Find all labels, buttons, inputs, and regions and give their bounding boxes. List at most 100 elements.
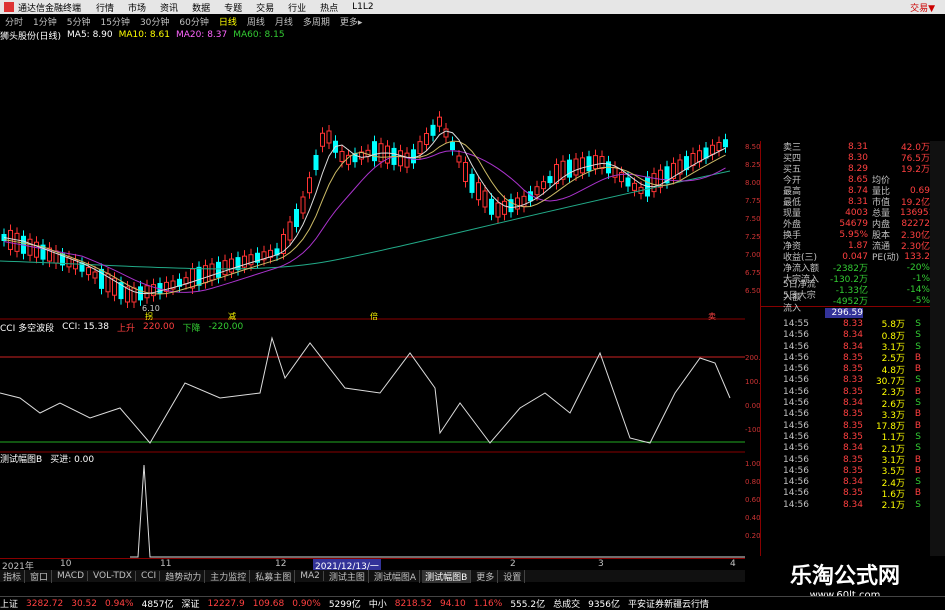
tick-side: S [915, 499, 921, 510]
candle-body [703, 147, 709, 159]
period-tab-5min[interactable]: 5分钟 [62, 15, 96, 28]
period-tab-multi[interactable]: 多周期 [298, 15, 335, 28]
tick-time: 14:56 [783, 341, 809, 352]
candle-body [326, 130, 332, 144]
period-tab-60min[interactable]: 60分钟 [174, 15, 213, 28]
quote-panel: 卖三 8.31 42.0万 买四 8.30 76.5万 买五 8.29 19.2万 今开 8.65 均… [760, 141, 934, 566]
period-tab-1min[interactable]: 1分钟 [28, 15, 62, 28]
tick-side: B [914, 364, 921, 375]
tab-ma2[interactable]: MA2 [297, 571, 324, 581]
tab-cci[interactable]: CCI [138, 571, 161, 581]
menu-item-l1l2[interactable]: L1L2 [345, 2, 380, 12]
period-tab-monthly[interactable]: 月线 [270, 15, 298, 28]
zx-index: 8218.52 [394, 598, 432, 609]
candle-body [27, 238, 33, 256]
tab-test-a[interactable]: 测试幅图A [371, 569, 421, 583]
menu-item-quotes[interactable]: 行情 [89, 1, 121, 14]
candle-body [456, 155, 462, 163]
menu-bar: 通达信金融终端 行情 市场 资讯 数据 专题 交易 行业 热点 L1L2 交易▼ [0, 0, 945, 14]
y-tick: 8.25 [745, 161, 761, 169]
x-label-7: 3 [598, 559, 604, 569]
period-tab-more[interactable]: 更多▸ [335, 15, 368, 28]
period-tab-intraday[interactable]: 分时 [0, 15, 28, 28]
candle-body [723, 139, 728, 148]
tab-private-main[interactable]: 私募主图 [252, 569, 296, 583]
trade-dropdown-button[interactable]: 交易▼ [910, 1, 945, 14]
y-tick: 7.00 [745, 251, 761, 259]
period-tab-15min[interactable]: 15分钟 [95, 15, 134, 28]
menu-item-market[interactable]: 市场 [121, 1, 153, 14]
y-axis: 8.50 8.25 8.00 7.75 7.50 7.25 7.00 6.75 6.50 200.… [745, 41, 768, 561]
tick-time: 14:56 [783, 488, 809, 499]
tick-row: 14:56 8.33 30.7万 S [761, 375, 931, 387]
sz-pct: 0.90% [292, 598, 321, 609]
candle-body [398, 150, 403, 167]
candle-body [229, 258, 234, 273]
candlestick-chart[interactable]: 6.10 拐 减 倍 卖 [0, 41, 745, 320]
x-label-4: 12 [275, 559, 287, 569]
candle-body [196, 266, 202, 286]
menu-item-industry[interactable]: 行业 [281, 1, 313, 14]
quote-value-2: 82272 [901, 218, 930, 229]
cci-value: CCI: 15.38 [62, 322, 109, 332]
tab-more[interactable]: 更多 [473, 569, 499, 583]
candle-body [599, 156, 605, 169]
period-tab-30min[interactable]: 30分钟 [135, 15, 174, 28]
menu-item-data[interactable]: 数据 [185, 1, 217, 14]
candle-body [489, 198, 494, 215]
tab-settings[interactable]: 设置 [500, 569, 526, 583]
x-label-3: 11 [160, 559, 172, 569]
tab-window[interactable]: 窗口 [27, 569, 53, 583]
candle-body [430, 124, 436, 136]
cci-chart[interactable] [0, 333, 745, 453]
quote-row: 5日大宗流入 -4952万 -5% [761, 291, 931, 314]
y-tick: 0.80 [745, 478, 761, 486]
test-indicator-chart[interactable] [0, 463, 745, 558]
menu-item-trade[interactable]: 交易 [249, 1, 281, 14]
sz-label[interactable]: 深证 [182, 597, 200, 610]
quote-value: 8.29 [847, 163, 868, 174]
y-tick: 0.40 [745, 514, 761, 522]
ma10-value: MA10: 8.61 [118, 30, 170, 40]
period-tab-weekly[interactable]: 周线 [242, 15, 270, 28]
tab-main-monitor[interactable]: 主力监控 [207, 569, 251, 583]
period-tab-daily[interactable]: 日线 [214, 15, 242, 28]
tick-side: B [914, 420, 921, 431]
indicator-tabs: 指标 窗口 MACD VOL-TDX CCI 趋势动力 主力监控 私募主图 MA… [0, 569, 760, 583]
index-status-bar: 上证 3282.72 30.52 0.94% 4857亿 深证 12227.9 … [0, 596, 945, 610]
candle-body [469, 173, 475, 193]
tab-vol[interactable]: VOL-TDX [90, 571, 136, 581]
menu-item-hotspot[interactable]: 热点 [313, 1, 345, 14]
y-tick: 1.00 [745, 460, 761, 468]
sh-pct: 0.94% [105, 598, 134, 609]
tab-trend[interactable]: 趋势动力 [162, 569, 206, 583]
candle-body [541, 181, 546, 190]
signal-marker-3: 倍 [370, 311, 378, 320]
zx-label[interactable]: 中小 [369, 597, 387, 610]
y-tick: 0.60 [745, 496, 761, 504]
menu-item-topics[interactable]: 专题 [217, 1, 249, 14]
cci-down-label: 下降 [182, 323, 201, 334]
test-indicator-header: 测试幅图B 买进: 0.00 [0, 453, 745, 465]
tick-list[interactable]: 14:55 8.33 5.8万 S 14:56 8.34 0.8万 S 14:56 8.34 3.1… [761, 318, 931, 511]
quote-rows: 卖三 8.31 42.0万 买四 8.30 76.5万 买五 8.29 19.2万 今开 8.65 均… [761, 141, 934, 314]
tab-test-b[interactable]: 测试幅图B [422, 569, 472, 583]
menu-item-news[interactable]: 资讯 [153, 1, 185, 14]
tab-indicator[interactable]: 指标 [0, 569, 26, 583]
tick-side: B [914, 386, 921, 397]
total-volume: 9356亿 [588, 600, 621, 610]
quote-value-2: -5% [912, 295, 930, 306]
cci-down-value: -220.00 [208, 322, 244, 332]
ma5-value: MA5: 8.90 [67, 30, 113, 40]
ma10-line [3, 140, 726, 295]
sh-label[interactable]: 上证 [0, 597, 18, 610]
tick-row: 14:56 8.35 4.8万 B [761, 363, 931, 376]
quote-value-2: 2.30亿 [900, 242, 930, 252]
right-toolbar[interactable] [930, 141, 945, 581]
tick-row: 14:56 8.34 2.1万 S [761, 443, 931, 455]
tick-row: 14:56 8.35 1.1万 S [761, 431, 931, 444]
tab-test-main[interactable]: 测试主图 [326, 569, 369, 583]
quote-label-2: PE(动) [872, 253, 900, 263]
tab-macd[interactable]: MACD [54, 571, 89, 581]
candle-body [144, 285, 150, 299]
